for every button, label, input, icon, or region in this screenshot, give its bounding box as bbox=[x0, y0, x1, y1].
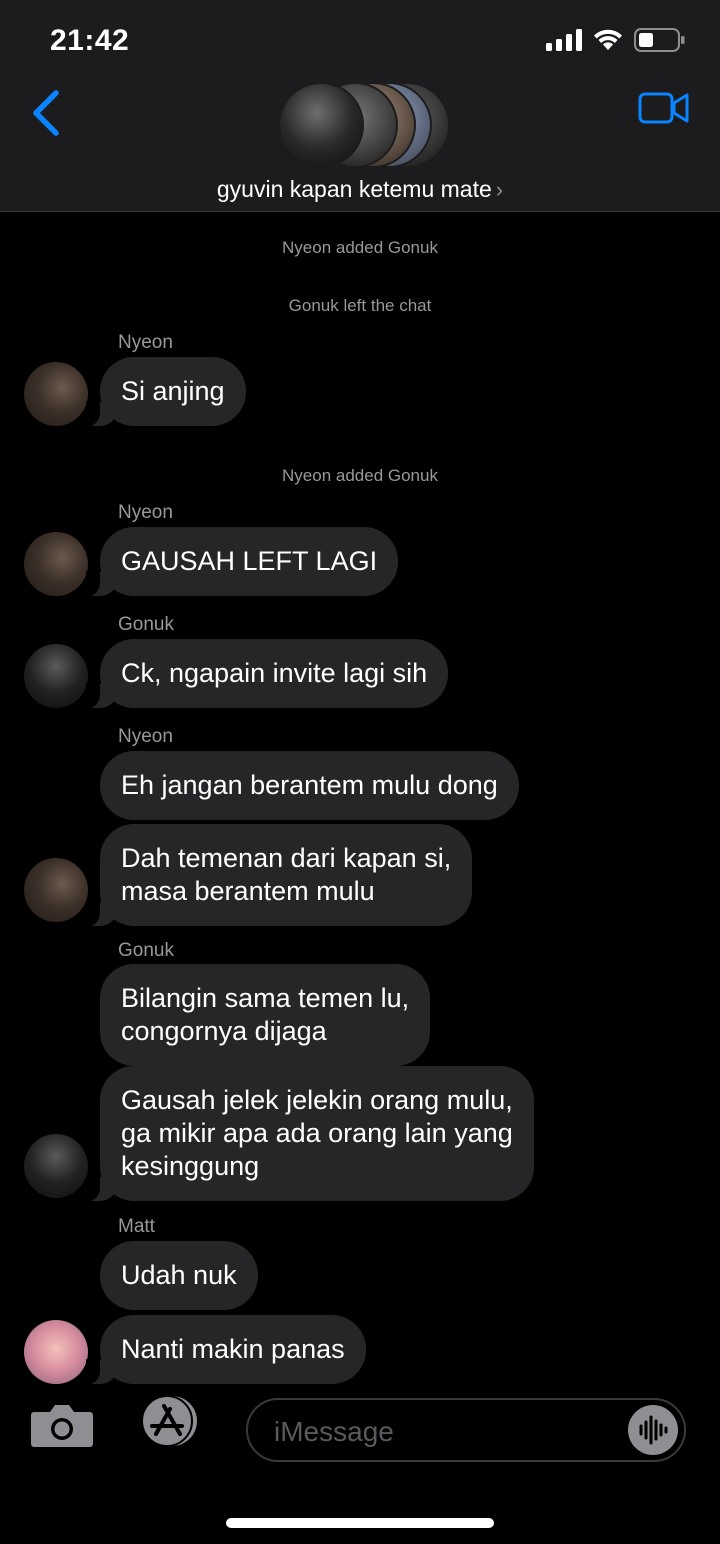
sender-name: Gonuk bbox=[118, 940, 174, 961]
message-text: Si anjing bbox=[121, 376, 225, 406]
battery-icon bbox=[634, 28, 685, 52]
message-bubble[interactable]: Udah nuk bbox=[100, 1241, 258, 1310]
sender-name: Nyeon bbox=[118, 502, 173, 523]
message-text-line: ga mikir apa ada orang lain yang bbox=[121, 1118, 513, 1148]
avatar-nyeon[interactable] bbox=[24, 362, 88, 426]
message-bubble[interactable]: Gausah jelek jelekin orang mulu, ga miki… bbox=[86, 1066, 534, 1202]
signal-icon bbox=[546, 29, 582, 51]
message-text: Nanti makin panas bbox=[121, 1334, 345, 1364]
avatar-matt[interactable] bbox=[24, 1320, 88, 1384]
system-message: Gonuk left the chat bbox=[288, 296, 432, 315]
message-text: GAUSAH LEFT LAGI bbox=[121, 546, 378, 576]
message-text-line: Dah temenan dari kapan si, bbox=[121, 843, 452, 873]
message-text-line: Bilangin sama temen lu, bbox=[121, 983, 410, 1013]
wifi-icon bbox=[594, 29, 622, 50]
imessage-placeholder: iMessage bbox=[274, 1416, 394, 1447]
system-message: Nyeon added Gonuk bbox=[282, 238, 438, 257]
chevron-right-icon: › bbox=[495, 177, 504, 202]
group-member-avatar bbox=[278, 82, 364, 168]
message-bubble[interactable]: Nanti makin panas bbox=[86, 1315, 366, 1385]
avatar-nyeon[interactable] bbox=[24, 532, 88, 596]
avatar-gonuk[interactable] bbox=[24, 1134, 88, 1198]
message-text: Ck, ngapain invite lagi sih bbox=[121, 658, 428, 688]
message-bubble[interactable]: Bilangin sama temen lu, congornya dijaga bbox=[100, 964, 431, 1066]
sender-name: Matt bbox=[118, 1216, 155, 1237]
message-text-line: congornya dijaga bbox=[121, 1016, 327, 1046]
status-time: 21:42 bbox=[50, 24, 130, 57]
system-message: Nyeon added Gonuk bbox=[282, 466, 438, 485]
video-camera-icon[interactable] bbox=[638, 90, 690, 126]
message-bubble[interactable]: Dah temenan dari kapan si, masa berantem… bbox=[85, 824, 473, 927]
compose-bar: iMessage bbox=[0, 1390, 720, 1480]
message-bubble[interactable]: GAUSAH LEFT LAGI bbox=[85, 527, 399, 597]
message-bubble[interactable]: Ck, ngapain invite lagi sih bbox=[85, 639, 449, 709]
message-bubble[interactable]: Eh jangan berantem mulu dong bbox=[100, 751, 519, 820]
back-chevron-icon[interactable] bbox=[28, 88, 68, 138]
message-text: Eh jangan berantem mulu dong bbox=[121, 770, 498, 800]
home-indicator[interactable] bbox=[226, 1518, 494, 1528]
app-store-icon[interactable] bbox=[134, 1394, 208, 1448]
audio-waveform-icon bbox=[639, 1415, 668, 1445]
message-text-line: masa berantem mulu bbox=[121, 876, 375, 906]
sender-name: Nyeon bbox=[118, 332, 173, 353]
status-icons bbox=[546, 28, 686, 52]
message-text: Udah nuk bbox=[121, 1260, 237, 1290]
sender-name: Nyeon bbox=[118, 726, 173, 747]
message-bubble[interactable]: Si anjing bbox=[86, 357, 246, 427]
audio-message-button[interactable] bbox=[628, 1405, 678, 1455]
group-avatar-stack[interactable] bbox=[278, 82, 450, 168]
camera-icon[interactable] bbox=[30, 1402, 94, 1448]
chat-header: 21:42 gyuvin kapan ketemu mate › bbox=[0, 0, 720, 212]
avatar-gonuk[interactable] bbox=[24, 644, 88, 708]
avatar-nyeon[interactable] bbox=[24, 858, 88, 922]
sender-name: Gonuk bbox=[118, 614, 174, 635]
message-text-line: kesinggung bbox=[121, 1151, 260, 1181]
imessage-input[interactable]: iMessage bbox=[246, 1398, 686, 1462]
message-text-line: Gausah jelek jelekin orang mulu, bbox=[121, 1085, 513, 1115]
group-name-label: gyuvin kapan ketemu mate bbox=[216, 176, 492, 202]
group-name[interactable]: gyuvin kapan ketemu mate › bbox=[0, 176, 720, 203]
